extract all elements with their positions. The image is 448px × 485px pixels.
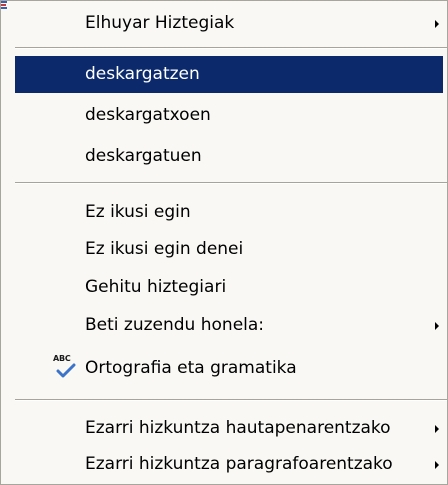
menu-item-ez-ikusi-egin[interactable]: Ez ikusi egin <box>15 194 443 231</box>
menu-item-label: deskargatzen <box>85 64 200 84</box>
menu-item-label: deskargatuen <box>85 146 202 166</box>
menu-item-ortografia-eta-gramatika[interactable]: ABC Ortografia eta gramatika <box>15 350 443 387</box>
menu-item-ezarri-hizkuntza-paragrafoarentzako[interactable]: Ezarri hizkuntza paragrafoarentzako <box>15 446 443 483</box>
menu-item-label: Ez ikusi egin <box>85 202 191 222</box>
menu-item-label: deskargatxoen <box>85 105 211 125</box>
menu-item-beti-zuzendu-honela[interactable]: Beti zuzendu honela: <box>15 307 443 344</box>
menu-item-ez-ikusi-egin-denei[interactable]: Ez ikusi egin denei <box>15 231 443 268</box>
submenu-arrow-icon <box>435 20 439 28</box>
menu-item-label: Elhuyar Hiztegiak <box>85 13 235 33</box>
menu-item-deskargatxoen[interactable]: deskargatxoen <box>15 97 443 134</box>
menu-separator <box>15 182 447 184</box>
menu-item-elhuyar-hiztegiak[interactable]: Elhuyar Hiztegiak <box>15 5 443 42</box>
menu-item-gehitu-hiztegiari[interactable]: Gehitu hiztegiari <box>15 269 443 306</box>
menu-separator <box>15 399 447 401</box>
menu-item-label: Beti zuzendu honela: <box>85 315 265 335</box>
menu-item-label: Ezarri hizkuntza hautapenarentzako <box>85 418 391 438</box>
checkmark-icon <box>56 363 76 378</box>
menu-item-label: Ezarri hizkuntza paragrafoarentzako <box>85 454 393 474</box>
menu-item-ezarri-hizkuntza-hautapenarentzako[interactable]: Ezarri hizkuntza hautapenarentzako <box>15 410 443 447</box>
abc-icon-text: ABC <box>53 354 71 363</box>
menu-item-label: Ez ikusi egin denei <box>85 239 244 259</box>
context-menu: Elhuyar Hiztegiak deskargatzen deskargat… <box>0 0 448 485</box>
abc-spellcheck-icon: ABC <box>53 354 79 380</box>
menu-item-label: Ortografia eta gramatika <box>85 358 297 378</box>
corner-glyph-icon <box>1 1 7 9</box>
submenu-arrow-icon <box>435 461 439 469</box>
submenu-arrow-icon <box>435 425 439 433</box>
menu-separator <box>15 47 447 49</box>
submenu-arrow-icon <box>435 322 439 330</box>
menu-item-deskargatzen[interactable]: deskargatzen <box>15 56 443 93</box>
menu-item-deskargatuen[interactable]: deskargatuen <box>15 138 443 175</box>
menu-item-label: Gehitu hiztegiari <box>85 277 227 297</box>
